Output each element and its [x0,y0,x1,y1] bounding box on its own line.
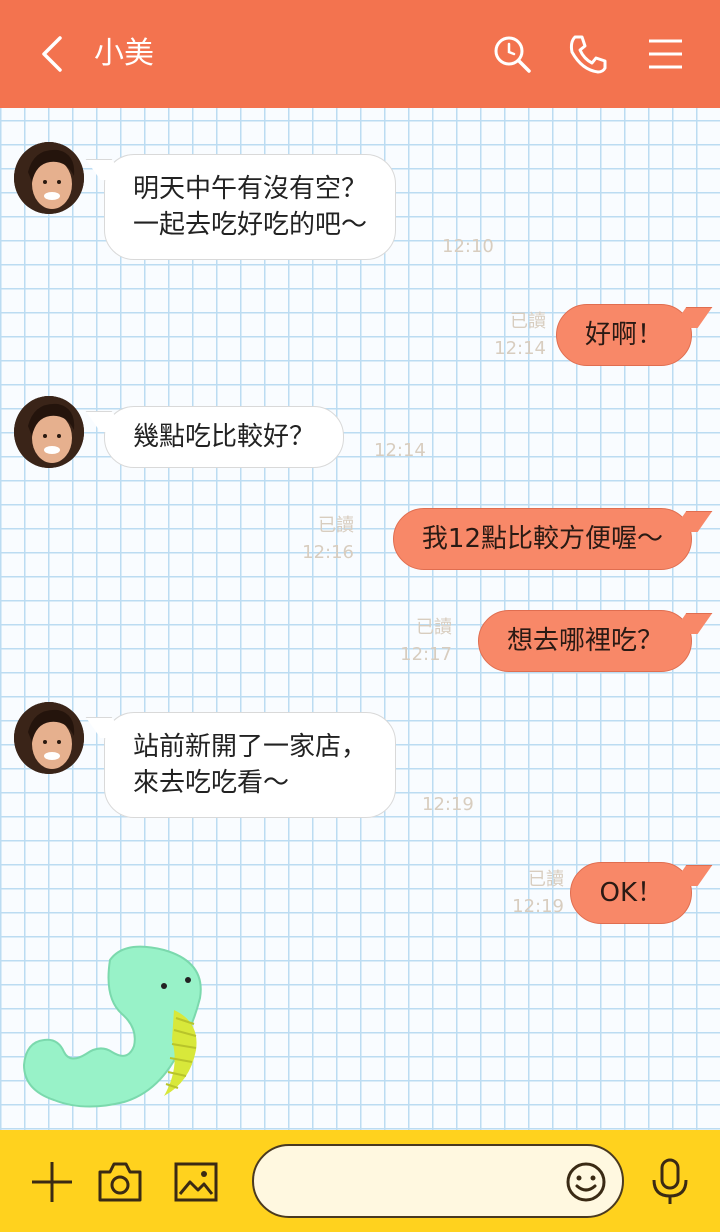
outgoing-message-bubble: 好啊！ [555,304,692,366]
read-receipt: 已讀 [528,869,564,890]
outgoing-message-bubble: 想去哪裡吃？ [477,610,692,672]
read-receipt: 已讀 [416,617,452,638]
incoming-message-bubble: 幾點吃比較好？ [104,406,345,468]
plus-icon[interactable] [28,1158,76,1206]
image-icon[interactable] [172,1158,220,1206]
chat-header: 小美 [0,0,720,108]
composer-bar [0,1130,720,1232]
message-time: 12:16 [302,542,354,563]
search-icon[interactable] [490,32,534,76]
message-time: 12:19 [422,794,474,815]
message-time: 12:14 [494,338,546,359]
camera-icon[interactable] [96,1158,144,1206]
message-time: 12:10 [442,236,494,257]
read-receipt: 已讀 [510,311,546,332]
avatar[interactable] [14,702,84,774]
message-time: 12:14 [374,440,426,461]
read-receipt: 已讀 [318,515,354,536]
menu-icon[interactable] [644,32,688,76]
outgoing-message-bubble: 我12點比較方便喔～ [392,508,692,570]
back-icon[interactable] [36,32,72,76]
outgoing-message-bubble: OK！ [570,862,692,924]
message-time: 12:17 [400,644,452,665]
phone-icon[interactable] [566,32,610,76]
contact-name: 小美 [94,36,154,71]
message-input[interactable] [276,1162,566,1202]
avatar[interactable] [14,142,84,214]
emoji-icon[interactable] [564,1160,608,1204]
message-input-box [252,1144,624,1218]
incoming-message-bubble: 站前新開了一家店， 來去吃吃看～ [104,712,397,818]
snake-sticker[interactable] [14,940,214,1115]
incoming-message-bubble: 明天中午有沒有空？ 一起去吃好吃的吧～ [104,154,397,260]
avatar[interactable] [14,396,84,468]
message-time: 12:19 [512,896,564,917]
microphone-icon[interactable] [646,1158,694,1206]
